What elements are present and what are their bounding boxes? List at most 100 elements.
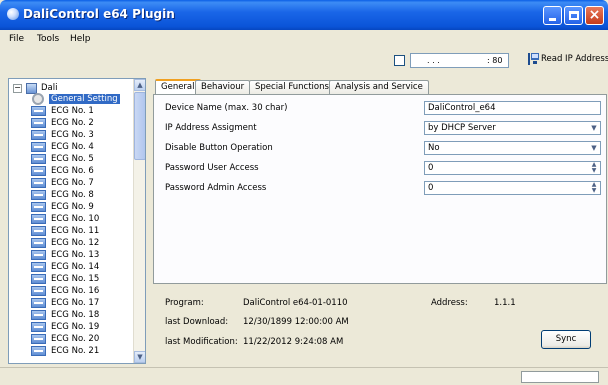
gear-icon [32, 93, 44, 105]
ecg-icon [31, 130, 46, 140]
ip-assignment-value: by DHCP Server [428, 123, 496, 133]
maximize-button[interactable] [564, 6, 583, 25]
close-icon: × [588, 7, 601, 23]
ecg-icon [31, 250, 46, 260]
tree-item-label: ECG No. 19 [51, 322, 100, 332]
ecg-icon [31, 154, 46, 164]
tree-item-label: ECG No. 14 [51, 262, 100, 272]
ip-address-value: . . . [427, 56, 440, 65]
general-panel: Device Name (max. 30 char) DaliControl_e… [153, 94, 607, 284]
tree-item-label: ECG No. 16 [51, 286, 100, 296]
menu-tools[interactable]: Tools [37, 34, 59, 44]
tree-item-label: ECG No. 12 [51, 238, 100, 248]
ecg-icon [31, 190, 46, 200]
tree-item-label: General Setting [49, 94, 120, 104]
tab-special-functions[interactable]: Special Functions [249, 80, 335, 94]
ecg-icon [31, 310, 46, 320]
password-user-stepper[interactable]: 0 ▲ ▼ [424, 161, 601, 175]
ip-port: : 80 [487, 56, 503, 65]
ecg-icon [31, 166, 46, 176]
password-admin-stepper[interactable]: 0 ▲ ▼ [424, 181, 601, 195]
chevron-down-icon[interactable]: ▼ [588, 122, 600, 134]
status-bar [0, 367, 608, 385]
ip-enable-checkbox[interactable] [394, 55, 405, 66]
menu-bar: File Tools Help [0, 30, 608, 49]
tree-item-label: ECG No. 5 [51, 154, 94, 164]
tree-item-label: ECG No. 4 [51, 142, 94, 152]
device-name-value: DaliControl_e64 [428, 103, 496, 113]
ecg-icon [31, 334, 46, 344]
menu-help[interactable]: Help [70, 34, 91, 44]
tree-item-label: ECG No. 11 [51, 226, 100, 236]
password-admin-value: 0 [428, 183, 434, 193]
tab-behaviour[interactable]: Behaviour [195, 80, 251, 94]
address-value: 1.1.1 [494, 298, 516, 308]
ecg-icon [31, 106, 46, 116]
last-download-value: 12/30/1899 12:00:00 AM [243, 317, 349, 327]
tab-analysis-service[interactable]: Analysis and Service [329, 80, 429, 94]
tree-item-label: ECG No. 7 [51, 178, 94, 188]
ecg-icon [31, 346, 46, 356]
device-tree[interactable]: − Dali General Setting ECG No. 1 ECG No. 2… [8, 78, 146, 364]
ip-address-input[interactable]: . . . : 80 [410, 53, 509, 68]
password-user-value: 0 [428, 163, 434, 173]
tree-item-label: ECG No. 3 [51, 130, 94, 140]
scroll-thumb[interactable] [134, 92, 145, 160]
password-user-label: Password User Access [165, 163, 259, 173]
scroll-up-icon[interactable]: ▲ [134, 79, 145, 91]
tree-item-label: ECG No. 2 [51, 118, 94, 128]
tree-item-label: ECG No. 21 [51, 346, 100, 356]
ip-assignment-select[interactable]: by DHCP Server ▼ [424, 121, 601, 135]
ecg-icon [31, 226, 46, 236]
read-ip-label: Read IP Address [541, 54, 608, 64]
plugin-window: DaliControl e64 Plugin × File Tools Help… [0, 0, 608, 385]
tree-scrollbar[interactable]: ▲ ▼ [133, 79, 145, 363]
tree-item-label: ECG No. 1 [51, 106, 94, 116]
maximize-icon [569, 11, 579, 20]
last-modification-value: 11/22/2012 9:24:08 AM [243, 337, 344, 347]
collapse-icon[interactable]: − [13, 84, 22, 93]
spinner-icon[interactable]: ▲ ▼ [588, 182, 600, 194]
tree-root-label: Dali [41, 83, 58, 93]
password-admin-label: Password Admin Access [165, 183, 267, 193]
tree-item-label: ECG No. 18 [51, 310, 100, 320]
minimize-icon [549, 18, 556, 21]
device-name-label: Device Name (max. 30 char) [165, 103, 288, 113]
tree-item-label: ECG No. 9 [51, 202, 94, 212]
disable-button-label: Disable Button Operation [165, 143, 273, 153]
ecg-icon [31, 214, 46, 224]
scroll-down-icon[interactable]: ▼ [134, 351, 145, 363]
device-name-input[interactable]: DaliControl_e64 [424, 101, 601, 115]
title-bar[interactable]: DaliControl e64 Plugin × [0, 0, 608, 30]
device-info-panel: Program: DaliControl e64-01-0110 Address… [153, 286, 607, 360]
tree-item-label: ECG No. 13 [51, 250, 100, 260]
sync-button[interactable]: Sync [541, 330, 591, 349]
disable-button-value: No [428, 143, 440, 153]
ecg-icon [31, 118, 46, 128]
tree-item-label: ECG No. 20 [51, 334, 100, 344]
program-label: Program: [165, 298, 204, 308]
window-title: DaliControl e64 Plugin [23, 7, 175, 21]
status-panel [521, 371, 599, 383]
tree-item-label: ECG No. 8 [51, 190, 94, 200]
disable-button-select[interactable]: No ▼ [424, 141, 601, 155]
read-ip-button[interactable]: Read IP Address [526, 52, 608, 67]
program-value: DaliControl e64-01-0110 [243, 298, 348, 308]
last-modification-label: last Modification: [165, 337, 238, 347]
close-button[interactable]: × [585, 6, 604, 25]
ecg-icon [31, 322, 46, 332]
network-icon [528, 53, 539, 65]
ecg-icon [31, 178, 46, 188]
minimize-button[interactable] [543, 6, 562, 25]
tab-general[interactable]: General [155, 79, 201, 94]
ip-assignment-label: IP Address Assigment [165, 123, 257, 133]
ecg-icon [31, 286, 46, 296]
ecg-icon [31, 274, 46, 284]
tree-item-label: ECG No. 6 [51, 166, 94, 176]
last-download-label: last Download: [165, 317, 229, 327]
tree-item-label: ECG No. 10 [51, 214, 100, 224]
ecg-icon [31, 142, 46, 152]
chevron-down-icon[interactable]: ▼ [588, 142, 600, 154]
menu-file[interactable]: File [9, 34, 24, 44]
spinner-icon[interactable]: ▲ ▼ [588, 162, 600, 174]
